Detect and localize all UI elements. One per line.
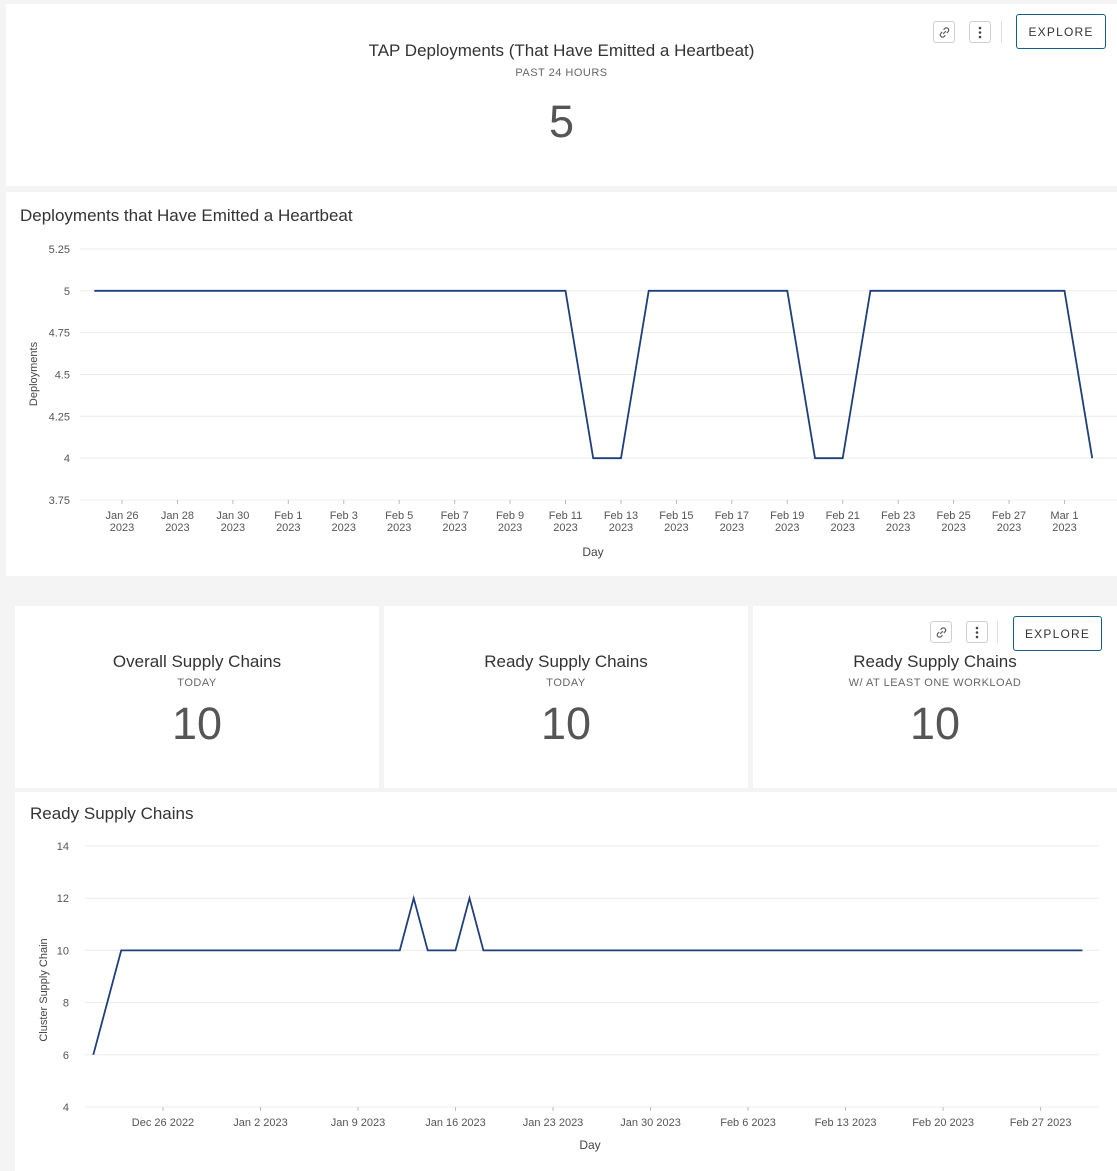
x-tick-label: Feb 13 2023 bbox=[815, 1117, 877, 1129]
y-tick-label: 12 bbox=[57, 893, 69, 905]
link-icon[interactable] bbox=[930, 621, 952, 643]
more-vertical-icon[interactable] bbox=[966, 621, 988, 643]
y-axis-label: Deployments bbox=[28, 341, 40, 406]
x-tick-label: 2023 bbox=[609, 522, 633, 534]
y-tick-label: 4 bbox=[64, 453, 70, 465]
series-line bbox=[92, 894, 1083, 1056]
link-icon-glyph bbox=[936, 626, 946, 638]
x-tick-label: 2023 bbox=[553, 522, 577, 534]
x-tick-label: 2023 bbox=[442, 522, 466, 534]
x-tick-label: Jan 28 bbox=[161, 510, 194, 522]
stat-value: 10 bbox=[909, 698, 961, 749]
stat-value: 10 bbox=[540, 698, 592, 749]
y-tick-label: 4.5 bbox=[55, 370, 70, 382]
y-tick-label: 10 bbox=[57, 945, 69, 957]
x-tick-label: 2023 bbox=[498, 522, 522, 534]
stat-subtitle: TODAY bbox=[546, 677, 586, 689]
x-tick-label: Jan 30 bbox=[216, 510, 249, 522]
more-vertical-glyph bbox=[975, 626, 979, 638]
x-tick-label: Feb 25 bbox=[936, 510, 970, 522]
deployments-chart-panel: Deployments that Have Emitted a Heartbea… bbox=[6, 192, 1117, 576]
x-tick-label: Feb 27 2023 bbox=[1010, 1117, 1072, 1129]
x-tick-label: Jan 16 2023 bbox=[425, 1117, 486, 1129]
y-tick-label: 8 bbox=[63, 998, 69, 1010]
x-tick-label: Jan 30 2023 bbox=[620, 1117, 681, 1129]
deployments-line-chart: 5.2554.754.54.2543.75Jan 262023Jan 28202… bbox=[28, 244, 1117, 559]
x-tick-label: 2023 bbox=[830, 522, 854, 534]
ready-supply-chains-stat: Ready Supply Chains TODAY 10 bbox=[384, 606, 748, 788]
y-tick-label: 5 bbox=[64, 286, 70, 298]
x-axis-label: Day bbox=[582, 545, 603, 559]
panel-title: TAP Deployments (That Have Emitted a Hea… bbox=[368, 41, 755, 60]
x-tick-label: Feb 20 2023 bbox=[912, 1117, 974, 1129]
x-tick-label: Feb 19 bbox=[770, 510, 804, 522]
stat-subtitle: TODAY bbox=[177, 677, 217, 689]
explore-button[interactable]: EXPLORE bbox=[1013, 616, 1102, 651]
stat-value: 10 bbox=[171, 698, 223, 749]
x-tick-label: 2023 bbox=[941, 522, 965, 534]
x-tick-label: 2023 bbox=[720, 522, 744, 534]
x-tick-label: 2023 bbox=[110, 522, 134, 534]
x-tick-label: Feb 15 bbox=[659, 510, 693, 522]
x-tick-label: 2023 bbox=[332, 522, 356, 534]
more-vertical-glyph bbox=[978, 26, 982, 38]
toolbar-divider bbox=[1001, 21, 1002, 43]
stat-title: Ready Supply Chains bbox=[853, 652, 1017, 671]
ready-supply-chains-workload-stat: Ready Supply Chains W/ AT LEAST ONE WORK… bbox=[753, 606, 1117, 788]
x-tick-label: 2023 bbox=[886, 522, 910, 534]
x-tick-label: 2023 bbox=[221, 522, 245, 534]
x-tick-label: Feb 5 bbox=[385, 510, 413, 522]
x-tick-label: Mar 1 bbox=[1050, 510, 1078, 522]
y-tick-label: 5.25 bbox=[49, 244, 70, 256]
heartbeat-stat-panel: TAP Deployments (That Have Emitted a Hea… bbox=[6, 4, 1117, 186]
x-tick-label: Feb 23 bbox=[881, 510, 915, 522]
x-tick-label: Feb 13 bbox=[604, 510, 638, 522]
x-tick-label: Jan 2 2023 bbox=[233, 1117, 287, 1129]
y-axis-label: Cluster Supply Chain bbox=[38, 938, 50, 1041]
x-tick-label: Feb 21 bbox=[826, 510, 860, 522]
overall-supply-chains-stat: Overall Supply Chains TODAY 10 bbox=[15, 606, 379, 788]
link-icon-glyph bbox=[939, 26, 949, 38]
link-icon[interactable] bbox=[933, 21, 955, 43]
x-tick-label: Jan 9 2023 bbox=[331, 1117, 385, 1129]
x-tick-label: Feb 27 bbox=[992, 510, 1026, 522]
ready-supply-chains-chart-panel: Ready Supply Chains 14 12 10 8 6 4 Dec 26 2022… bbox=[15, 792, 1117, 1171]
y-tick-label: 4.25 bbox=[49, 411, 70, 423]
x-tick-label: 2023 bbox=[997, 522, 1021, 534]
y-tick-label: 4 bbox=[63, 1102, 69, 1114]
x-tick-label: 2023 bbox=[387, 522, 411, 534]
more-vertical-icon[interactable] bbox=[969, 21, 991, 43]
stat-value: 5 bbox=[548, 96, 575, 147]
y-tick-label: 6 bbox=[63, 1050, 69, 1062]
x-tick-label: Jan 26 bbox=[105, 510, 138, 522]
supply-chains-line-chart: 14 12 10 8 6 4 Dec 26 2022 Jan 2 2023 Jan 9 2023… bbox=[38, 841, 1099, 1152]
y-tick-label: 14 bbox=[57, 841, 69, 853]
x-tick-label: Jan 23 2023 bbox=[523, 1117, 584, 1129]
x-tick-label: 2023 bbox=[664, 522, 688, 534]
x-tick-label: Feb 3 bbox=[330, 510, 358, 522]
x-axis-label: Day bbox=[579, 1138, 600, 1152]
panel-subtitle: PAST 24 HOURS bbox=[515, 67, 608, 79]
y-tick-label: 4.75 bbox=[49, 328, 70, 340]
x-tick-label: 2023 bbox=[165, 522, 189, 534]
x-tick-label: Dec 26 2022 bbox=[132, 1117, 194, 1129]
x-tick-label: Feb 1 bbox=[274, 510, 302, 522]
stat-title: Ready Supply Chains bbox=[484, 652, 648, 671]
stat-subtitle: W/ AT LEAST ONE WORKLOAD bbox=[848, 677, 1022, 689]
x-tick-label: 2023 bbox=[276, 522, 300, 534]
toolbar-divider bbox=[997, 621, 998, 643]
x-tick-label: Feb 7 bbox=[441, 510, 469, 522]
x-tick-label: 2023 bbox=[775, 522, 799, 534]
x-tick-label: Feb 6 2023 bbox=[720, 1117, 776, 1129]
x-tick-label: 2023 bbox=[1052, 522, 1076, 534]
explore-button[interactable]: EXPLORE bbox=[1016, 14, 1106, 49]
x-tick-label: Feb 17 bbox=[715, 510, 749, 522]
x-tick-label: Feb 9 bbox=[496, 510, 524, 522]
x-tick-label: Feb 11 bbox=[549, 510, 582, 522]
stat-title: Overall Supply Chains bbox=[112, 652, 282, 671]
y-tick-label: 3.75 bbox=[49, 495, 70, 507]
